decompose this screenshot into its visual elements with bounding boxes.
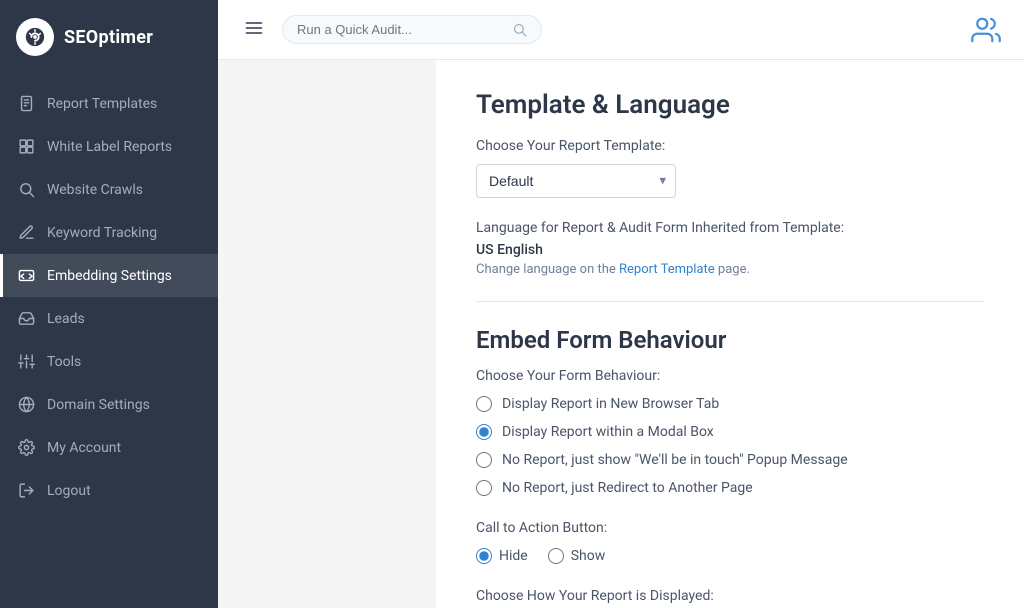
behaviour-option-new-tab[interactable]: Display Report in New Browser Tab <box>476 396 984 412</box>
behaviour-option-redirect[interactable]: No Report, just Redirect to Another Page <box>476 480 984 496</box>
choose-template-label: Choose Your Report Template: <box>476 138 984 154</box>
template-language-title: Template & Language <box>476 90 984 120</box>
behaviour-radio-redirect[interactable] <box>476 480 492 496</box>
sidebar-item-report-templates[interactable]: Report Templates <box>0 82 218 125</box>
choose-behaviour-label: Choose Your Form Behaviour: <box>476 368 984 384</box>
language-section: Language for Report & Audit Form Inherit… <box>476 220 984 277</box>
main-content: Template & Language Choose Your Report T… <box>436 60 1024 608</box>
sidebar-item-label: Domain Settings <box>47 397 150 413</box>
cta-label: Call to Action Button: <box>476 520 984 536</box>
sidebar-item-label: White Label Reports <box>47 139 172 155</box>
sidebar-item-embedding-settings[interactable]: Embedding Settings <box>0 254 218 297</box>
cta-radio-group: Hide Show <box>476 548 984 564</box>
language-value: US English <box>476 242 984 258</box>
embed-icon <box>18 267 35 284</box>
sidebar-item-white-label-reports[interactable]: White Label Reports <box>0 125 218 168</box>
cta-section: Call to Action Button: Hide Show <box>476 520 984 564</box>
behaviour-option-touch-popup[interactable]: No Report, just show "We'll be in touch"… <box>476 452 984 468</box>
behaviour-option-modal[interactable]: Display Report within a Modal Box <box>476 424 984 440</box>
sidebar-item-label: Website Crawls <box>47 182 143 198</box>
logout-icon <box>18 482 35 499</box>
behaviour-radio-group: Display Report in New Browser Tab Displa… <box>476 396 984 496</box>
language-title: Language for Report & Audit Form Inherit… <box>476 220 984 236</box>
behaviour-radio-touch-popup[interactable] <box>476 452 492 468</box>
report-template-link[interactable]: Report Template <box>619 262 715 277</box>
search-bar[interactable] <box>282 15 542 44</box>
sidebar-item-label: My Account <box>47 440 121 456</box>
hamburger-icon <box>244 18 264 38</box>
report-display-section: Choose How Your Report is Displayed: PDF… <box>476 588 984 608</box>
file-icon <box>18 95 35 112</box>
tag-icon <box>18 138 35 155</box>
sidebar-item-label: Report Templates <box>47 96 157 112</box>
search-icon <box>512 22 527 37</box>
template-select-wrap[interactable]: Default Custom 1 Custom 2 <box>476 164 676 198</box>
sidebar-item-label: Embedding Settings <box>47 268 172 284</box>
header <box>218 0 1024 60</box>
sidebar-item-domain-settings[interactable]: Domain Settings <box>0 383 218 426</box>
sidebar-item-tools[interactable]: Tools <box>0 340 218 383</box>
sidebar-item-my-account[interactable]: My Account <box>0 426 218 469</box>
cta-radio-hide[interactable] <box>476 548 492 564</box>
language-hint: Change language on the Report Template p… <box>476 262 984 277</box>
search-icon <box>18 181 35 198</box>
sidebar-item-website-crawls[interactable]: Website Crawls <box>0 168 218 211</box>
sidebar-nav: Report Templates White Label Reports Web… <box>0 74 218 520</box>
sidebar-item-label: Tools <box>47 354 81 370</box>
sidebar-item-label: Keyword Tracking <box>47 225 157 241</box>
search-input[interactable] <box>297 22 504 37</box>
sidebar-item-logout[interactable]: Logout <box>0 469 218 512</box>
sidebar-item-label: Logout <box>47 483 91 499</box>
cta-option-hide[interactable]: Hide <box>476 548 528 564</box>
users-icon <box>971 15 1001 45</box>
cta-radio-show[interactable] <box>548 548 564 564</box>
behaviour-radio-modal[interactable] <box>476 424 492 440</box>
sidebar: SEOptimer Report Templates White Label R… <box>0 0 218 608</box>
sidebar-logo[interactable]: SEOptimer <box>0 0 218 74</box>
sidebar-item-leads[interactable]: Leads <box>0 297 218 340</box>
behaviour-radio-new-tab[interactable] <box>476 396 492 412</box>
logo-icon <box>16 18 54 56</box>
sidebar-item-label: Leads <box>47 311 85 327</box>
globe-icon <box>18 396 35 413</box>
pen-icon <box>18 224 35 241</box>
inbox-icon <box>18 310 35 327</box>
tools-icon <box>18 353 35 370</box>
sidebar-item-keyword-tracking[interactable]: Keyword Tracking <box>0 211 218 254</box>
report-display-label: Choose How Your Report is Displayed: <box>476 588 984 604</box>
cta-option-show[interactable]: Show <box>548 548 606 564</box>
hamburger-button[interactable] <box>238 12 270 47</box>
template-select[interactable]: Default Custom 1 Custom 2 <box>476 164 676 198</box>
user-avatar[interactable] <box>968 12 1004 48</box>
gear-icon <box>18 439 35 456</box>
logo-text: SEOptimer <box>64 27 153 48</box>
embed-behaviour-title: Embed Form Behaviour <box>476 326 984 354</box>
section-divider <box>476 301 984 302</box>
